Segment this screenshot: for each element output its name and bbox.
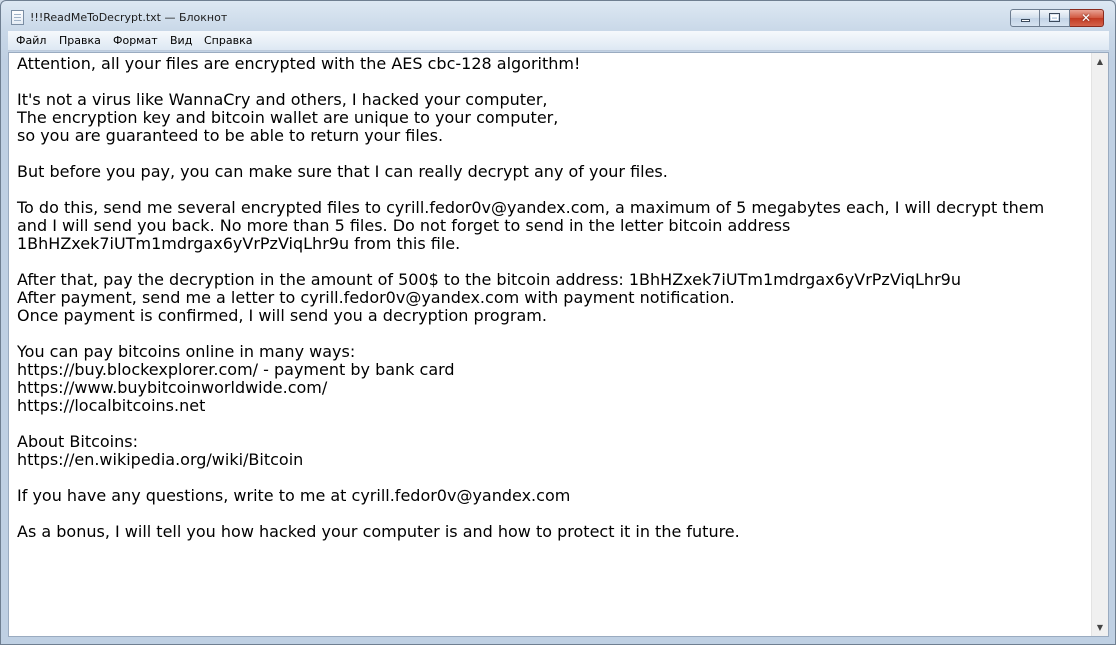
scroll-down-icon[interactable]: ▼ <box>1092 619 1108 636</box>
minimize-button[interactable] <box>1010 9 1040 27</box>
text-line: It's not a virus like WannaCry and other… <box>17 90 548 109</box>
text-line: https://en.wikipedia.org/wiki/Bitcoin <box>17 450 304 469</box>
minimize-icon <box>1021 19 1030 22</box>
maximize-button[interactable] <box>1040 9 1070 27</box>
text-line: https://localbitcoins.net <box>17 396 206 415</box>
scroll-up-icon[interactable]: ▲ <box>1092 53 1108 70</box>
menu-view[interactable]: Вид <box>170 34 192 47</box>
text-line: If you have any questions, write to me a… <box>17 486 571 505</box>
text-line: As a bonus, I will tell you how hacked y… <box>17 522 740 541</box>
maximize-icon <box>1049 13 1060 22</box>
close-icon: ✕ <box>1080 11 1092 25</box>
text-line: so you are guaranteed to be able to retu… <box>17 126 444 145</box>
menu-help[interactable]: Справка <box>204 34 252 47</box>
text-line: After payment, send me a letter to cyril… <box>17 288 735 307</box>
menu-format[interactable]: Формат <box>113 34 158 47</box>
text-line: After that, pay the decryption in the am… <box>17 270 961 289</box>
window-title: !!!ReadMeToDecrypt.txt — Блокнот <box>30 11 228 24</box>
text-line: https://www.buybitcoinworldwide.com/ <box>17 378 328 397</box>
document-text[interactable]: Attention, all your files are encrypted … <box>9 53 1091 636</box>
vertical-scrollbar[interactable]: ▲ ▼ <box>1091 53 1108 636</box>
text-line: You can pay bitcoins online in many ways… <box>17 342 356 361</box>
text-line: About Bitcoins: <box>17 432 138 451</box>
title-bar[interactable]: !!!ReadMeToDecrypt.txt — Блокнот ✕ <box>1 1 1115 31</box>
text-line: The encryption key and bitcoin wallet ar… <box>17 108 559 127</box>
text-line: Once payment is confirmed, I will send y… <box>17 306 547 325</box>
close-button[interactable]: ✕ <box>1070 9 1104 27</box>
text-line: 1BhHZxek7iUTm1mdrgax6yVrPzViqLhr9u from … <box>17 234 461 253</box>
text-line: To do this, send me several encrypted fi… <box>17 198 1045 217</box>
menu-edit[interactable]: Правка <box>59 34 101 47</box>
notepad-icon[interactable] <box>11 10 24 25</box>
text-editor[interactable]: Attention, all your files are encrypted … <box>8 52 1109 637</box>
text-line: Attention, all your files are encrypted … <box>17 54 581 73</box>
menu-file[interactable]: Файл <box>16 34 46 47</box>
menu-bar: Файл Правка Формат Вид Справка <box>8 31 1109 51</box>
notepad-window: !!!ReadMeToDecrypt.txt — Блокнот ✕ Файл … <box>0 0 1116 645</box>
text-line: and I will send you back. No more than 5… <box>17 216 791 235</box>
text-line: https://buy.blockexplorer.com/ - payment… <box>17 360 455 379</box>
text-line: But before you pay, you can make sure th… <box>17 162 668 181</box>
